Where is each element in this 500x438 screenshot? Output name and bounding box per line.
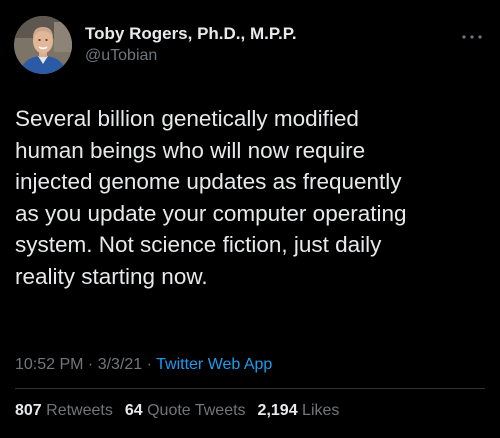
author-name[interactable]: Toby Rogers, Ph.D., M.P.P. bbox=[85, 24, 297, 44]
retweets-label: Retweets bbox=[46, 402, 113, 419]
likes-label: Likes bbox=[302, 402, 340, 419]
source-app-link[interactable]: Twitter Web App bbox=[156, 356, 272, 373]
tweet-line: as you update your computer operating bbox=[15, 200, 407, 226]
tweet-time[interactable]: 10:52 PM bbox=[15, 356, 83, 373]
more-dots-icon[interactable] bbox=[460, 29, 484, 39]
tweet-line: reality starting now. bbox=[15, 263, 208, 289]
tweet-line: system. Not science fiction, just daily bbox=[15, 232, 382, 257]
meta-separator: · bbox=[83, 356, 98, 373]
engagement-stats: 807 Retweets 64 Quote Tweets 2,194 Likes bbox=[15, 402, 339, 420]
profile-photo bbox=[14, 16, 72, 74]
tweet-date[interactable]: 3/3/21 bbox=[98, 356, 142, 373]
likes-stat[interactable]: 2,194 Likes bbox=[258, 402, 340, 419]
retweets-count: 807 bbox=[15, 402, 42, 419]
tweet-text: Several billion genetically modified hum… bbox=[15, 103, 489, 292]
avatar[interactable] bbox=[14, 16, 72, 74]
divider bbox=[15, 388, 485, 389]
meta-separator: · bbox=[142, 356, 157, 373]
quote-tweets-count: 64 bbox=[124, 402, 143, 419]
quote-tweets-stat[interactable]: 64 Quote Tweets bbox=[125, 402, 246, 419]
tweet-meta: 10:52 PM · 3/3/21 · Twitter Web App bbox=[15, 356, 272, 374]
tweet-line: human beings who will now require bbox=[15, 137, 366, 163]
tweet-card: Toby Rogers, Ph.D., M.P.P. @uTobian Seve… bbox=[0, 0, 500, 438]
tweet-line: injected genome updates as frequently bbox=[15, 169, 402, 194]
likes-count: 2,194 bbox=[257, 402, 298, 419]
retweets-stat[interactable]: 807 Retweets bbox=[15, 402, 113, 419]
author-handle[interactable]: @uTobian bbox=[85, 47, 157, 65]
tweet-line: Several billion genetically modified bbox=[15, 106, 359, 131]
quote-tweets-label: Quote Tweets bbox=[147, 402, 246, 419]
